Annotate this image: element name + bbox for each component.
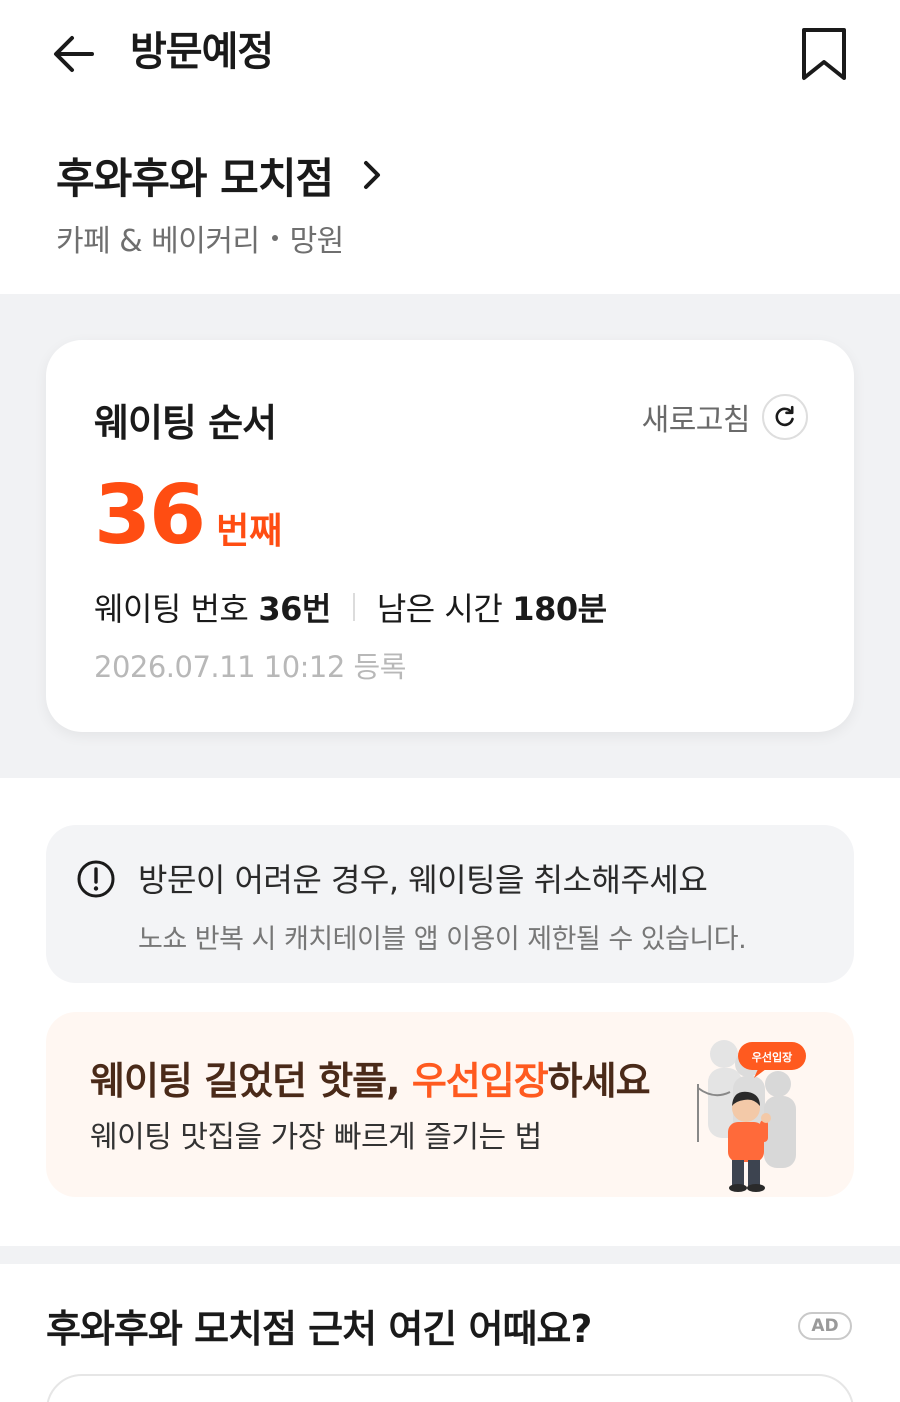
cancel-notice: 방문이 어려운 경우, 웨이팅을 취소해주세요 노쇼 반복 시 캐치테이블 앱 … xyxy=(46,825,854,983)
store-meta: 카페 & 베이커리 망원 xyxy=(56,216,856,260)
ad-badge: AD xyxy=(798,1312,852,1340)
back-button[interactable] xyxy=(48,28,100,80)
queue-position: 36 번째 xyxy=(94,470,282,562)
promo-title: 웨이팅 길었던 핫플, 우선입장하세요 xyxy=(90,1050,651,1105)
promo-title-post: 하세요 xyxy=(547,1059,651,1103)
waiting-number-label: 웨이팅 번호 xyxy=(94,590,249,628)
queue-number: 36 xyxy=(94,468,206,563)
refresh-icon xyxy=(762,394,808,440)
nearby-title: 후와후와 모치점 근처 여긴 어때요? xyxy=(46,1307,592,1351)
store-info: 후와후와 모치점 카페 & 베이커리 망원 xyxy=(56,140,856,260)
refresh-label: 새로고침 xyxy=(641,403,751,438)
bookmark-icon xyxy=(802,28,846,80)
waiting-number-value: 36번 xyxy=(258,590,331,628)
top-app-bar: 방문예정 xyxy=(0,0,900,110)
remaining-time-value: 180분 xyxy=(512,590,607,628)
store-name: 후와후와 모치점 xyxy=(56,153,334,203)
bubble-text: 우선입장 xyxy=(752,1050,792,1064)
priority-entry-banner[interactable]: 웨이팅 길었던 핫플, 우선입장하세요 웨이팅 맛집을 가장 빠르게 즐기는 법… xyxy=(46,1012,854,1197)
registered-time: 2026.07.11 10:12 등록 xyxy=(94,650,406,684)
divider xyxy=(352,593,355,621)
refresh-button[interactable]: 새로고침 xyxy=(642,394,808,440)
store-name-link[interactable]: 후와후와 모치점 xyxy=(56,140,856,210)
queue-unit: 번째 xyxy=(216,511,283,552)
page-title: 방문예정 xyxy=(130,29,274,75)
promo-title-pre: 웨이팅 길었던 핫플, xyxy=(90,1059,412,1103)
separator-dot xyxy=(271,235,278,241)
chevron-right-icon xyxy=(364,161,381,189)
remaining-time-label: 남은 시간 xyxy=(376,590,503,628)
promo-title-highlight: 우선입장 xyxy=(411,1059,549,1103)
waiting-details: 웨이팅 번호 36번 남은 시간 180분 xyxy=(94,584,607,630)
promo-subtitle: 웨이팅 맛집을 가장 빠르게 즐기는 법 xyxy=(90,1120,542,1155)
store-area: 망원 xyxy=(289,224,345,259)
section-divider xyxy=(0,1246,900,1264)
arrow-left-icon xyxy=(54,36,94,72)
alert-circle-icon xyxy=(77,860,115,898)
nearby-card[interactable] xyxy=(46,1374,854,1402)
notice-subtitle: 노쇼 반복 시 캐치테이블 앱 이용이 제한될 수 있습니다. xyxy=(138,924,747,955)
priority-entry-illustration: 우선입장 xyxy=(697,1040,806,1192)
store-category: 카페 & 베이커리 xyxy=(56,224,260,259)
waiting-title: 웨이팅 순서 xyxy=(94,401,277,445)
notice-title: 방문이 어려운 경우, 웨이팅을 취소해주세요 xyxy=(138,861,708,899)
bookmark-button[interactable] xyxy=(796,24,852,84)
waiting-card: 웨이팅 순서 새로고침 36 번째 웨이팅 번호 36번 남은 시간 180분 … xyxy=(46,340,854,732)
